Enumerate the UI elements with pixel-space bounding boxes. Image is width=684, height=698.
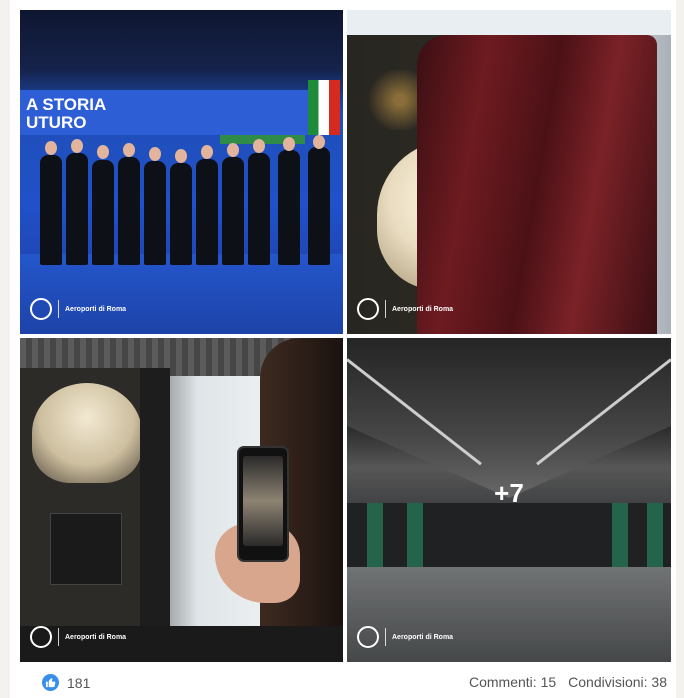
italian-flag: [308, 80, 340, 135]
airport-logo-icon: [30, 298, 52, 320]
thumbs-up-icon: [42, 674, 59, 691]
brand-watermark: Aeroporti di Roma: [30, 626, 126, 648]
brand-label: Aeroporti di Roma: [65, 633, 127, 641]
airport-logo-icon: [30, 626, 52, 648]
post-card: A STORIA UTURO Aeroporti di Roma Aeropor…: [10, 0, 676, 698]
airport-logo-icon: [357, 626, 379, 648]
social-counts-bar: 181 Commenti: 15 Condivisioni: 38: [20, 670, 671, 694]
more-photos-count[interactable]: +7: [347, 478, 671, 509]
red-drape: [417, 35, 657, 334]
brand-watermark: Aeroporti di Roma: [357, 298, 453, 320]
reactions[interactable]: 181: [42, 674, 90, 691]
brand-watermark: Aeroporti di Roma: [30, 298, 126, 320]
photo-tile-draped-statue[interactable]: Aeroporti di Roma: [347, 10, 671, 334]
stage-screen-title: A STORIA UTURO: [26, 95, 107, 132]
marble-bust: [32, 383, 142, 483]
brand-watermark: Aeroporti di Roma: [357, 626, 453, 648]
reactions-count[interactable]: 181: [67, 675, 90, 691]
brand-label: Aeroporti di Roma: [392, 305, 454, 313]
photo-tile-ceremony[interactable]: A STORIA UTURO Aeroporti di Roma: [20, 10, 343, 334]
brand-label: Aeroporti di Roma: [65, 305, 127, 313]
engagement-stats: Commenti: 15 Condivisioni: 38: [469, 674, 667, 690]
phone-screen: [243, 456, 283, 546]
stage-floor: [20, 254, 343, 334]
airport-logo-icon: [357, 298, 379, 320]
smartphone: [237, 446, 289, 562]
info-plaque: [50, 513, 122, 585]
brand-label: Aeroporti di Roma: [392, 633, 454, 641]
pillar: [140, 368, 170, 662]
shares-count-link[interactable]: Condivisioni: 38: [568, 674, 667, 690]
background-light: [347, 10, 671, 35]
photo-tile-terminal-more[interactable]: +7 Aeroporti di Roma: [347, 338, 671, 662]
comments-count-link[interactable]: Commenti: 15: [469, 674, 556, 690]
photo-tile-phone-photo[interactable]: Aeroporti di Roma: [20, 338, 343, 662]
group-of-people: [20, 135, 343, 265]
